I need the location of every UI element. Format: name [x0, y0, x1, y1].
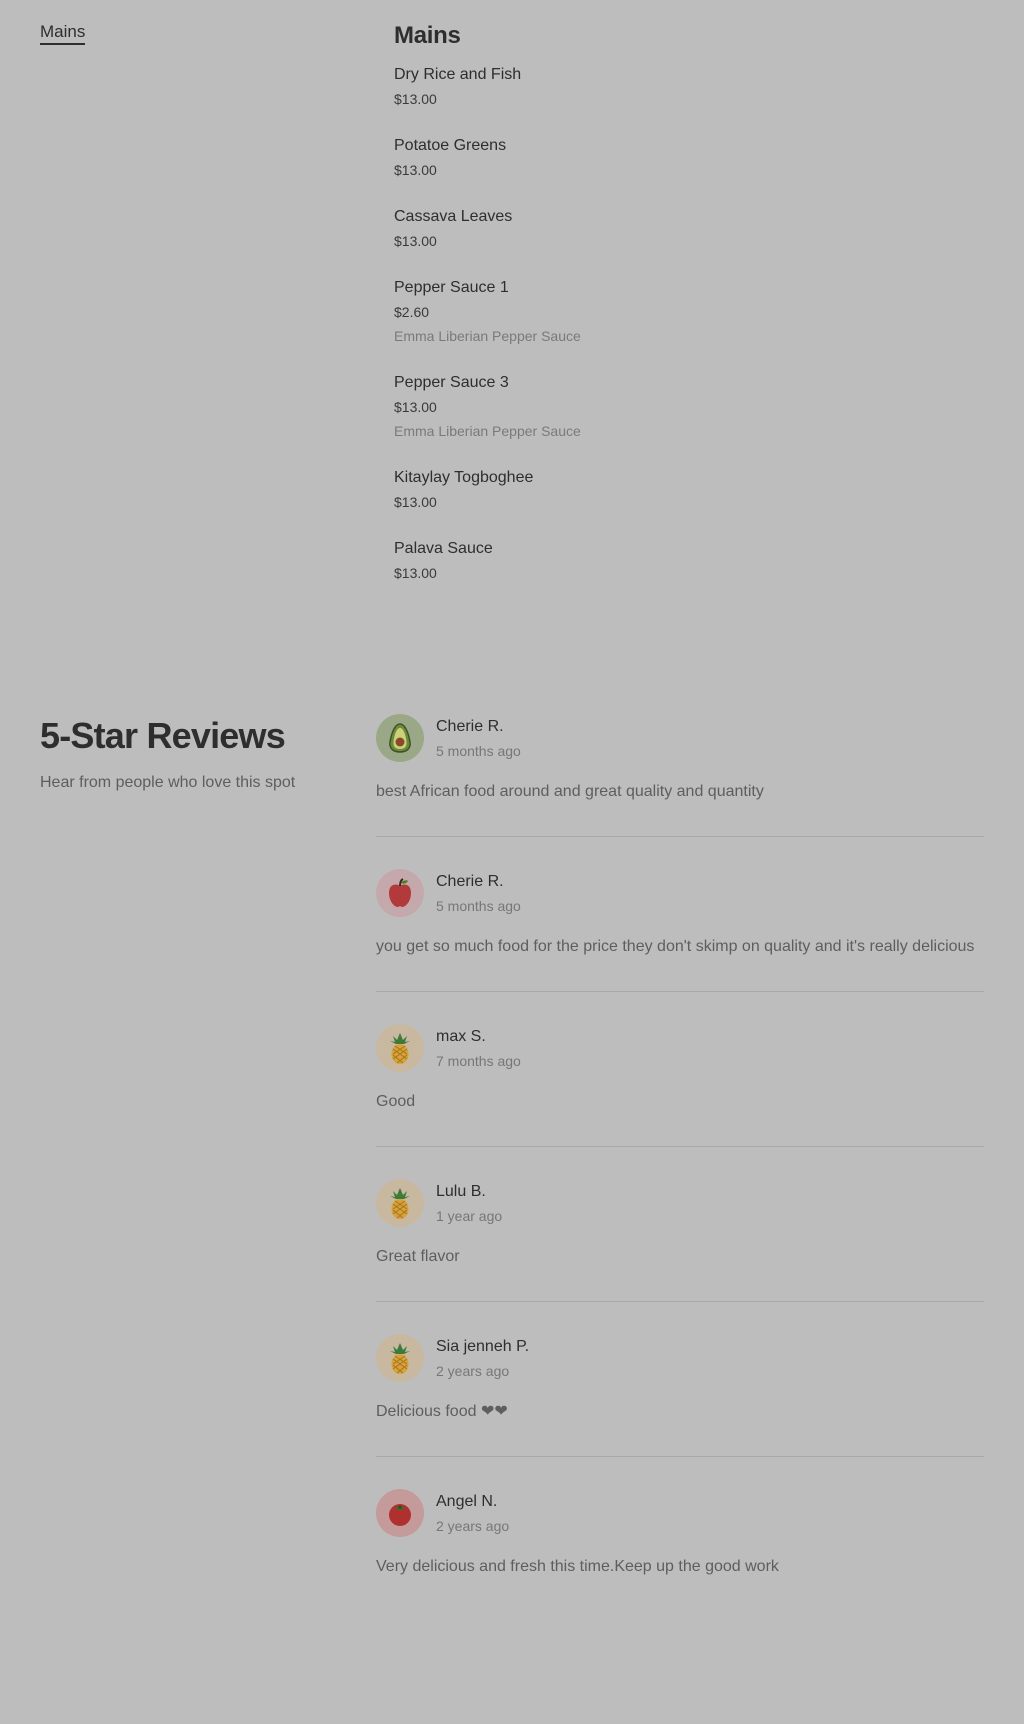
reviewer-name: Angel N. [436, 1492, 498, 1510]
reviewer-info: Angel N. 2 years ago [436, 1491, 509, 1536]
menu-item-price: $13.00 [394, 91, 437, 107]
store-page: Mains Mains Dry Rice and Fish $13.00 Pot… [0, 0, 1024, 1724]
review-time: 2 years ago [436, 1517, 510, 1534]
pineapple-icon [376, 1179, 424, 1227]
pineapple-icon [376, 1334, 424, 1382]
review-time: 1 year ago [436, 1207, 503, 1224]
reviews-title: 5-Star Reviews [40, 715, 286, 756]
review-card: Cherie R. 5 months ago you get so much f… [376, 869, 984, 992]
review-header: Cherie R. 5 months ago [376, 869, 984, 917]
menu-item-price: $13.00 [394, 494, 437, 510]
menu-item[interactable]: Palava Sauce $13.00 [394, 538, 954, 583]
category-nav: Mains [40, 22, 86, 45]
avocado-icon [376, 714, 424, 762]
review-header: Angel N. 2 years ago [376, 1489, 984, 1537]
review-text: Great flavor [376, 1248, 460, 1265]
menu-item[interactable]: Cassava Leaves $13.00 [394, 206, 954, 251]
apple-icon [376, 869, 424, 917]
menu-item-description: Emma Liberian Pepper Sauce [394, 328, 581, 344]
reviews-list: Cherie R. 5 months ago best African food… [376, 714, 984, 1643]
menu-list: Dry Rice and Fish $13.00 Potatoe Greens … [394, 64, 954, 583]
menu-section-title: Mains [394, 22, 461, 49]
menu-item-description: Emma Liberian Pepper Sauce [394, 423, 581, 439]
reviewer-name: Lulu B. [436, 1182, 486, 1200]
menu-item-price: $13.00 [394, 233, 437, 249]
review-header: Lulu B. 1 year ago [376, 1179, 984, 1227]
category-link-mains[interactable]: Mains [40, 22, 86, 45]
menu-item[interactable]: Pepper Sauce 1 $2.60 Emma Liberian Peppe… [394, 277, 954, 346]
reviews-header: 5-Star Reviews Hear from people who love… [40, 712, 340, 792]
menu-item-price: $13.00 [394, 399, 437, 415]
review-time: 5 months ago [436, 742, 521, 759]
menu-item-name: Pepper Sauce 1 [394, 279, 509, 296]
menu-item-name: Palava Sauce [394, 540, 493, 557]
review-time: 7 months ago [436, 1052, 521, 1069]
tomato-icon [376, 1489, 424, 1537]
review-card: Cherie R. 5 months ago best African food… [376, 714, 984, 837]
review-header: Cherie R. 5 months ago [376, 714, 984, 762]
menu-section: Mains Dry Rice and Fish $13.00 Potatoe G… [394, 22, 954, 609]
menu-item[interactable]: Potatoe Greens $13.00 [394, 135, 954, 180]
review-text: Very delicious and fresh this time.Keep … [376, 1558, 779, 1575]
menu-item-price: $13.00 [394, 565, 437, 581]
reviews-subtitle: Hear from people who love this spot [40, 774, 296, 791]
review-text: best African food around and great quali… [376, 783, 764, 800]
reviewer-info: Lulu B. 1 year ago [436, 1181, 502, 1226]
review-card: Angel N. 2 years ago Very delicious and … [376, 1489, 984, 1611]
menu-item-name: Potatoe Greens [394, 137, 507, 154]
reviewer-name: max S. [436, 1027, 486, 1045]
reviewer-name: Cherie R. [436, 872, 504, 890]
review-card: max S. 7 months ago Good [376, 1024, 984, 1147]
reviewer-name: Sia jenneh P. [436, 1337, 530, 1355]
menu-item-name: Kitaylay Togboghee [394, 469, 534, 486]
review-card: Sia jenneh P. 2 years ago Delicious food… [376, 1334, 984, 1457]
reviewer-info: max S. 7 months ago [436, 1026, 521, 1071]
review-text: you get so much food for the price they … [376, 938, 975, 955]
reviewer-name: Cherie R. [436, 717, 504, 735]
menu-item-price: $2.60 [394, 304, 430, 320]
menu-item-price: $13.00 [394, 162, 437, 178]
review-time: 5 months ago [436, 897, 521, 914]
review-time: 2 years ago [436, 1362, 510, 1379]
review-text: Good [376, 1093, 416, 1110]
review-header: Sia jenneh P. 2 years ago [376, 1334, 984, 1382]
reviewer-info: Cherie R. 5 months ago [436, 716, 521, 761]
menu-item-name: Cassava Leaves [394, 208, 513, 225]
reviewer-info: Cherie R. 5 months ago [436, 871, 521, 916]
menu-item-name: Pepper Sauce 3 [394, 374, 509, 391]
review-card: Lulu B. 1 year ago Great flavor [376, 1179, 984, 1302]
review-header: max S. 7 months ago [376, 1024, 984, 1072]
menu-item[interactable]: Pepper Sauce 3 $13.00 Emma Liberian Pepp… [394, 372, 954, 441]
menu-item[interactable]: Dry Rice and Fish $13.00 [394, 64, 954, 109]
reviewer-info: Sia jenneh P. 2 years ago [436, 1336, 529, 1381]
review-text: Delicious food ❤❤ [376, 1403, 508, 1420]
menu-item[interactable]: Kitaylay Togboghee $13.00 [394, 467, 954, 512]
menu-item-name: Dry Rice and Fish [394, 66, 522, 83]
pineapple-icon [376, 1024, 424, 1072]
